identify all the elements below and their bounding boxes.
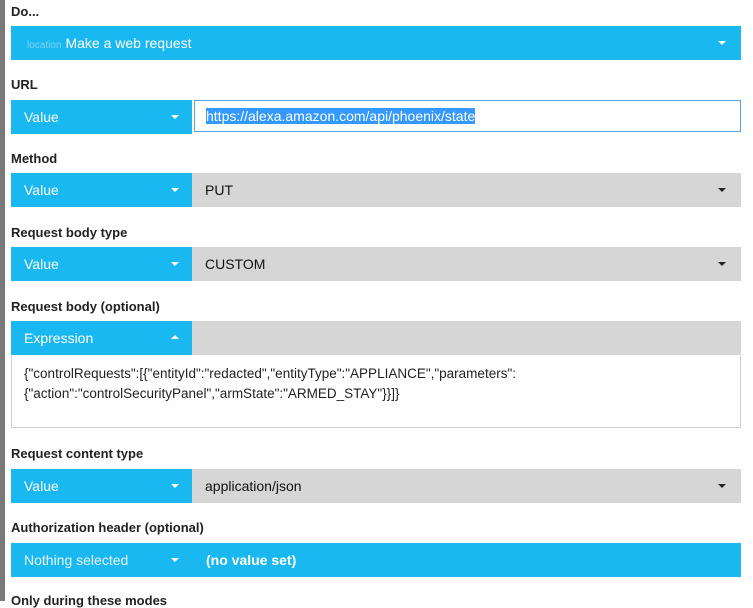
chevron-down-icon <box>171 558 179 562</box>
method-mode-select[interactable]: Value <box>11 173 192 207</box>
auth-mode-select[interactable]: Nothing selected <box>11 543 192 577</box>
method-select[interactable]: PUT <box>192 173 741 207</box>
left-border <box>0 0 5 601</box>
url-mode-label: Value <box>24 109 59 125</box>
body-mode-label: Expression <box>24 330 94 346</box>
action-select[interactable]: location Make a web request <box>11 26 741 60</box>
method-label: Method <box>11 151 58 166</box>
method-value: PUT <box>205 182 233 198</box>
body-mode-select[interactable]: Expression <box>11 321 192 355</box>
chevron-down-icon <box>718 41 726 45</box>
url-mode-select[interactable]: Value <box>11 100 192 134</box>
do-label: Do... <box>11 4 40 19</box>
chevron-down-icon <box>171 262 179 266</box>
auth-mode-label: Nothing selected <box>24 552 129 568</box>
body-type-value: CUSTOM <box>205 256 266 272</box>
url-label: URL <box>11 77 38 92</box>
body-row: Expression <box>11 321 741 355</box>
body-type-label: Request body type <box>11 225 128 240</box>
method-row: Value PUT <box>11 173 741 207</box>
body-type-mode-label: Value <box>24 256 59 272</box>
auth-value[interactable]: (no value set) <box>206 543 296 577</box>
content-type-label: Request content type <box>11 446 144 461</box>
chevron-down-icon <box>171 115 179 119</box>
body-type-select[interactable]: CUSTOM <box>192 247 741 281</box>
chevron-down-icon <box>718 262 726 266</box>
auth-label: Authorization header (optional) <box>11 520 204 535</box>
content-type-select[interactable]: application/json <box>192 469 741 503</box>
body-type-row: Value CUSTOM <box>11 247 741 281</box>
body-expression-line: {"controlRequests":[{"entityId":"redacte… <box>24 366 516 381</box>
content-type-value: application/json <box>205 478 302 494</box>
action-value: Make a web request <box>65 35 192 51</box>
body-label: Request body (optional) <box>11 299 160 314</box>
url-input-value: https://alexa.amazon.com/api/phoenix/sta… <box>206 108 476 124</box>
auth-row: Nothing selected (no value set) <box>11 543 741 577</box>
chevron-down-icon <box>718 188 726 192</box>
content-type-mode-select[interactable]: Value <box>11 469 192 503</box>
content-type-row: Value application/json <box>11 469 741 503</box>
chevron-down-icon <box>171 484 179 488</box>
chevron-down-icon <box>171 188 179 192</box>
chevron-down-icon <box>718 484 726 488</box>
chevron-up-icon <box>171 335 179 339</box>
url-input[interactable]: https://alexa.amazon.com/api/phoenix/sta… <box>194 100 741 132</box>
body-type-mode-select[interactable]: Value <box>11 247 192 281</box>
url-row: Value https://alexa.amazon.com/api/phoen… <box>11 100 741 134</box>
body-mode-bar <box>192 321 741 355</box>
method-mode-label: Value <box>24 182 59 198</box>
body-expression-line: {"action":"controlSecurityPanel","armSta… <box>24 386 400 401</box>
location-tag: location <box>27 40 62 51</box>
content-type-mode-label: Value <box>24 478 59 494</box>
body-expression-input[interactable]: {"controlRequests":[{"entityId":"redacte… <box>11 356 741 428</box>
